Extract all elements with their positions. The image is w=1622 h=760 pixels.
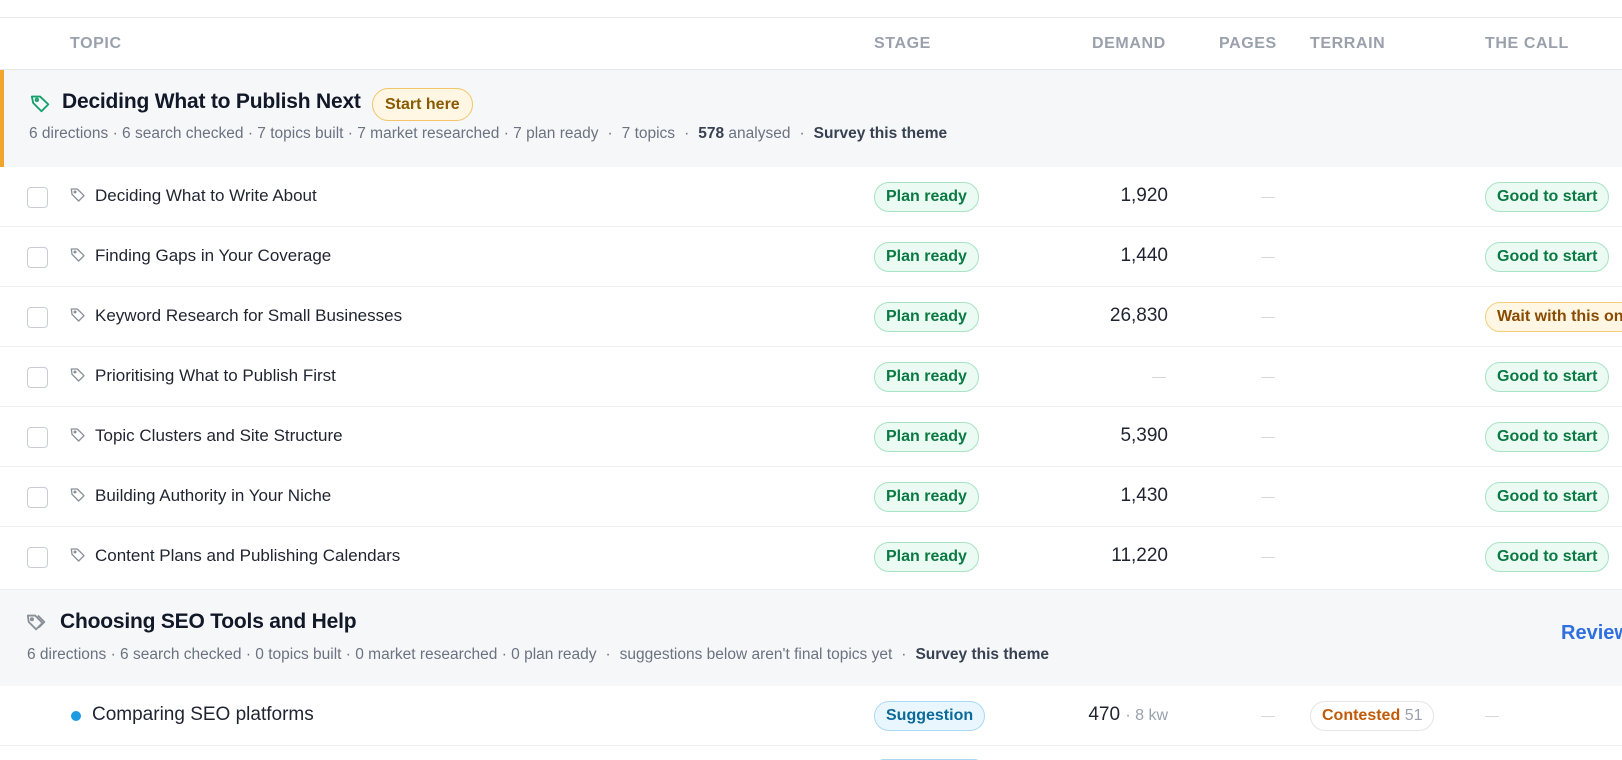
tag-icon [70,547,88,565]
topic-title[interactable]: Finding Gaps in Your Coverage [95,246,331,266]
analysed-label: analysed [728,125,791,142]
pages-empty [1261,716,1275,717]
demand-value: 470 · 8 kw [1088,704,1168,726]
stage-badge: Plan ready [874,182,979,212]
row-checkbox[interactable] [27,187,48,208]
demand-value: 1,430 [1120,485,1168,506]
demand-value: 1,920 [1120,185,1168,206]
table-row[interactable]: Building Authority in Your Niche Plan re… [0,467,1622,527]
keyword-count: · 8 kw [1125,707,1168,724]
table-row[interactable]: Comparing SEO platforms Suggestion 470 ·… [0,686,1622,746]
row-checkbox[interactable] [27,427,48,448]
call-badge: Good to start [1485,242,1610,272]
demand-value: 1,440 [1120,245,1168,266]
topics-count: 7 topics [621,125,676,142]
tag-icon [30,92,52,119]
table-row[interactable]: Finding Gaps in Your Coverage Plan ready… [0,227,1622,287]
tag-icon [70,187,88,205]
tag-icon [70,247,88,265]
terrain-label: Contested [1322,707,1401,724]
call-badge: Good to start [1485,482,1610,512]
theme-summary: 6 directions · 6 search checked · 0 topi… [27,646,1049,663]
call-empty [1485,716,1499,717]
theme-title: Deciding What to Publish Next [62,90,361,113]
row-checkbox[interactable] [27,367,48,388]
row-checkbox[interactable] [27,247,48,268]
column-the-call[interactable]: THE CALL [1485,35,1569,53]
tags-icon [26,611,48,638]
demand-number: 470 [1088,704,1121,725]
column-demand[interactable]: DEMAND [1092,35,1166,53]
analysed-count: 578 [698,125,725,142]
topic-title[interactable]: Building Authority in Your Niche [95,486,331,506]
theme-summary: 6 directions · 6 search checked · 7 topi… [29,125,948,142]
call-badge: Wait with this on [1485,302,1622,332]
terrain-count: 51 [1404,707,1423,724]
stage-badge: Plan ready [874,422,979,452]
survey-theme-link[interactable]: Survey this theme [915,646,1049,663]
terrain-badge: Contested 51 [1310,701,1435,731]
pages-empty [1261,377,1275,378]
table-row[interactable]: Deciding What to Write About Plan ready … [0,167,1622,227]
survey-theme-link[interactable]: Survey this theme [814,125,948,142]
pages-empty [1261,497,1275,498]
stage-badge: Plan ready [874,242,979,272]
topic-title[interactable]: Keyword Research for Small Businesses [95,306,402,326]
pages-empty [1261,197,1275,198]
demand-value: 26,830 [1109,305,1168,326]
status-dot [71,711,81,721]
start-here-badge: Start here [372,88,473,121]
demand-value: 5,390 [1120,425,1168,446]
stage-badge: Plan ready [874,302,979,332]
row-checkbox[interactable] [27,487,48,508]
row-checkbox[interactable] [27,307,48,328]
theme-note: suggestions below aren't final topics ye… [619,646,893,663]
topic-title[interactable]: Content Plans and Publishing Calendars [95,546,400,566]
column-stage[interactable]: STAGE [874,35,931,53]
call-badge: Good to start [1485,182,1610,212]
stage-badge: Suggestion [874,701,986,731]
tag-icon [70,367,88,385]
call-badge: Good to start [1485,362,1610,392]
call-badge: Good to start [1485,542,1610,572]
topic-title[interactable]: Topic Clusters and Site Structure [95,426,343,446]
table-row[interactable]: Keyword Research for Small Businesses Pl… [0,287,1622,347]
topic-title[interactable]: Prioritising What to Publish First [95,366,336,386]
column-terrain[interactable]: TERRAIN [1310,35,1385,53]
stage-badge: Plan ready [874,482,979,512]
topic-title[interactable]: Comparing SEO platforms [92,704,314,726]
demand-empty [1152,377,1166,378]
call-badge: Good to start [1485,422,1610,452]
demand-value: 11,220 [1111,545,1168,566]
column-topic[interactable]: TOPIC [70,35,122,53]
theme-title: Choosing SEO Tools and Help [60,610,357,633]
stage-badge: Plan ready [874,362,979,392]
topic-title[interactable]: Deciding What to Write About [95,186,317,206]
pages-empty [1261,317,1275,318]
theme-group-header[interactable]: Choosing SEO Tools and Help Review 6 dir… [0,590,1622,686]
stage-badge: Plan ready [874,542,979,572]
theme-stats: 6 directions · 6 search checked · 7 topi… [29,125,599,142]
table-row-partial [0,746,1622,760]
pages-empty [1261,557,1275,558]
theme-stats: 6 directions · 6 search checked · 0 topi… [27,646,597,663]
tag-icon [70,427,88,445]
review-link[interactable]: Review [1561,622,1622,645]
row-checkbox[interactable] [27,547,48,568]
pages-empty [1261,257,1275,258]
table-header: TOPIC STAGE DEMAND PAGES TERRAIN THE CAL… [0,18,1622,70]
tag-icon [70,487,88,505]
tag-icon [70,307,88,325]
column-pages[interactable]: PAGES [1219,35,1277,53]
pages-empty [1261,437,1275,438]
table-row[interactable]: Prioritising What to Publish First Plan … [0,347,1622,407]
table-row[interactable]: Topic Clusters and Site Structure Plan r… [0,407,1622,467]
theme-group-header[interactable]: Deciding What to Publish Next Start here… [0,70,1622,167]
table-row[interactable]: Content Plans and Publishing Calendars P… [0,527,1622,590]
